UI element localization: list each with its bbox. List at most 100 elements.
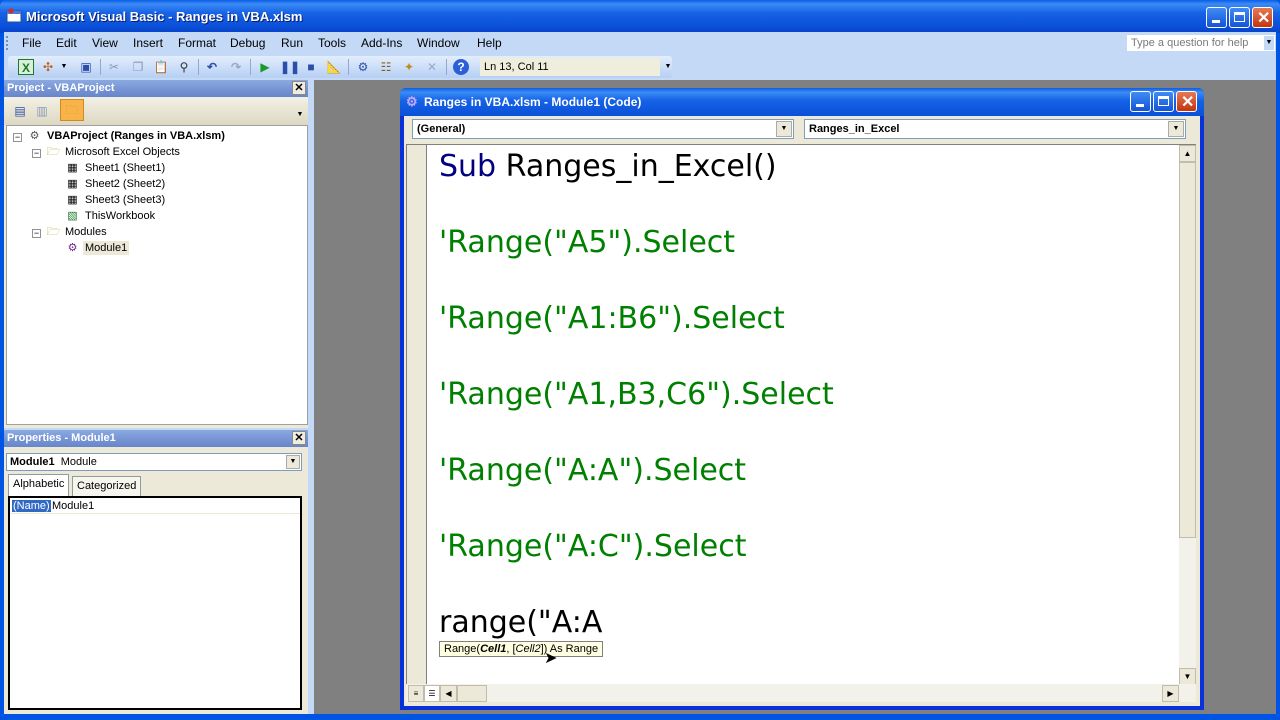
- properties-panel-title-bar[interactable]: Properties - Module1 ✕: [4, 430, 308, 447]
- menu-help[interactable]: Help: [477, 36, 502, 50]
- chevron-down-icon[interactable]: ▼: [286, 455, 300, 469]
- redo-icon[interactable]: ↷: [228, 59, 244, 75]
- menu-add-ins[interactable]: Add-Ins: [361, 36, 402, 50]
- code-line[interactable]: 'Range("A:C").Select: [439, 529, 746, 564]
- code-editor[interactable]: Sub Ranges_in_Excel() 'Range("A5").Selec…: [406, 144, 1196, 685]
- horizontal-scroll-thumb[interactable]: [457, 685, 487, 702]
- menu-edit[interactable]: Edit: [56, 36, 77, 50]
- code-line[interactable]: 'Range("A1:B6").Select: [439, 301, 785, 336]
- paste-icon[interactable]: 📋: [153, 59, 169, 75]
- minimize-button[interactable]: [1206, 7, 1227, 28]
- menu-file[interactable]: File: [22, 36, 41, 50]
- view-excel-icon[interactable]: X: [18, 59, 34, 75]
- tree-node-sheet2[interactable]: Sheet2 (Sheet2): [85, 178, 165, 190]
- tree-node-excel-objects[interactable]: Microsoft Excel Objects: [65, 146, 180, 158]
- project-panel-title-bar[interactable]: Project - VBAProject ✕: [4, 80, 308, 97]
- toolbar-separator: [348, 59, 349, 75]
- toggle-folders-icon[interactable]: 🗀: [60, 99, 84, 121]
- run-icon[interactable]: ▶: [257, 59, 273, 75]
- chevron-down-icon[interactable]: ▼: [1168, 121, 1184, 137]
- tab-alphabetic[interactable]: Alphabetic: [8, 474, 70, 496]
- menubar-grip[interactable]: [6, 36, 9, 50]
- menu-view[interactable]: View: [92, 36, 118, 50]
- toolbar-options-icon[interactable]: ▼: [660, 59, 676, 75]
- maximize-button[interactable]: [1229, 7, 1250, 28]
- menu-run[interactable]: Run: [281, 36, 303, 50]
- tooltip-arg1: Cell1: [480, 643, 507, 655]
- menu-format[interactable]: Format: [178, 36, 216, 50]
- code-line[interactable]: Sub Ranges_in_Excel(): [439, 149, 777, 184]
- menu-insert[interactable]: Insert: [133, 36, 163, 50]
- object-type: Module: [60, 456, 97, 468]
- properties-window-icon[interactable]: ☷: [378, 59, 394, 75]
- maximize-icon: [1234, 12, 1245, 22]
- vertical-scrollbar[interactable]: ▲ ▼: [1179, 145, 1196, 685]
- horizontal-scrollbar-area: ≡ ☰ ◀ ▶: [406, 684, 1196, 702]
- code-maximize-button[interactable]: [1153, 91, 1174, 112]
- view-object-icon[interactable]: ▥: [34, 103, 50, 119]
- menu-window[interactable]: Window: [417, 36, 460, 50]
- close-button[interactable]: ✕: [1252, 7, 1273, 28]
- close-project-panel-button[interactable]: ✕: [292, 81, 306, 95]
- menu-debug[interactable]: Debug: [230, 36, 265, 50]
- full-module-view-icon[interactable]: ☰: [424, 685, 440, 702]
- procedure-combo[interactable]: Ranges_in_Excel ▼: [804, 119, 1186, 139]
- procedure-combo-value: Ranges_in_Excel: [809, 123, 900, 135]
- code-line[interactable]: 'Range("A1,B3,C6").Select: [439, 377, 834, 412]
- menu-tools[interactable]: Tools: [318, 36, 346, 50]
- scroll-right-icon[interactable]: ▶: [1162, 685, 1179, 702]
- chevron-down-icon[interactable]: ▼: [56, 59, 72, 75]
- cut-icon[interactable]: ✂: [106, 59, 122, 75]
- collapse-icon[interactable]: −: [13, 133, 22, 142]
- help-icon[interactable]: ?: [453, 59, 469, 75]
- toolbox-icon[interactable]: ✕: [424, 59, 440, 75]
- indicator-margin[interactable]: [407, 145, 427, 685]
- tree-node-vbaproject[interactable]: VBAProject (Ranges in VBA.xlsm): [47, 130, 225, 142]
- properties-panel-title: Properties - Module1: [7, 432, 116, 444]
- object-select[interactable]: Module1 Module ▼: [6, 453, 302, 471]
- title-bar[interactable]: Microsoft Visual Basic - Ranges in VBA.x…: [0, 0, 1280, 33]
- vertical-scroll-thumb[interactable]: [1179, 162, 1196, 538]
- tooltip-sep: , [: [506, 643, 516, 655]
- object-combo[interactable]: (General) ▼: [412, 119, 794, 139]
- chevron-down-icon[interactable]: ▼: [776, 121, 792, 137]
- scroll-down-icon[interactable]: ▼: [1179, 668, 1196, 685]
- tree-node-sheet1[interactable]: Sheet1 (Sheet1): [85, 162, 165, 174]
- code-line[interactable]: 'Range("A5").Select: [439, 225, 735, 260]
- code-window-title-bar[interactable]: ⚙ Ranges in VBA.xlsm - Module1 (Code) ✕: [400, 88, 1204, 116]
- insert-object-icon[interactable]: ✣: [40, 59, 56, 75]
- save-icon[interactable]: ▣: [78, 59, 94, 75]
- copy-icon[interactable]: ❐: [130, 59, 146, 75]
- design-mode-icon[interactable]: 📐: [326, 59, 342, 75]
- code-minimize-button[interactable]: [1130, 91, 1151, 112]
- cursor-position-readout: Ln 13, Col 11: [480, 58, 660, 76]
- object-browser-icon[interactable]: ✦: [401, 59, 417, 75]
- chevron-down-icon[interactable]: ▼: [1264, 36, 1274, 50]
- view-code-icon[interactable]: ▤: [12, 103, 28, 119]
- tree-node-sheet3[interactable]: Sheet3 (Sheet3): [85, 194, 165, 206]
- toolbar-options-icon[interactable]: ▼: [292, 107, 308, 123]
- code-close-button[interactable]: ✕: [1176, 91, 1197, 112]
- scroll-up-icon[interactable]: ▲: [1179, 145, 1196, 162]
- procedure-view-icon[interactable]: ≡: [408, 685, 424, 702]
- undo-icon[interactable]: ↶: [204, 59, 220, 75]
- collapse-icon[interactable]: −: [32, 229, 41, 238]
- reset-icon[interactable]: ■: [303, 59, 319, 75]
- break-icon[interactable]: ❚❚: [280, 59, 300, 75]
- find-icon[interactable]: ⚲: [176, 59, 192, 75]
- workbook-icon: ▧: [67, 210, 78, 222]
- scroll-left-icon[interactable]: ◀: [440, 685, 457, 702]
- close-properties-panel-button[interactable]: ✕: [292, 431, 306, 445]
- code-line-current[interactable]: range("A:A: [439, 605, 602, 640]
- tree-node-module1[interactable]: Module1: [83, 241, 130, 255]
- tab-categorized[interactable]: Categorized: [72, 476, 142, 496]
- help-question-input[interactable]: Type a question for help ▼: [1126, 34, 1276, 52]
- code-line[interactable]: 'Range("A:A").Select: [439, 453, 746, 488]
- worksheet-icon: ▦: [67, 178, 78, 190]
- tree-node-modules[interactable]: Modules: [65, 226, 107, 238]
- collapse-icon[interactable]: −: [32, 149, 41, 158]
- property-row[interactable]: (Name) Module1: [10, 498, 300, 514]
- project-explorer-icon[interactable]: ⚙: [355, 59, 371, 75]
- tree-node-thisworkbook[interactable]: ThisWorkbook: [85, 210, 155, 222]
- property-value[interactable]: Module1: [52, 500, 94, 512]
